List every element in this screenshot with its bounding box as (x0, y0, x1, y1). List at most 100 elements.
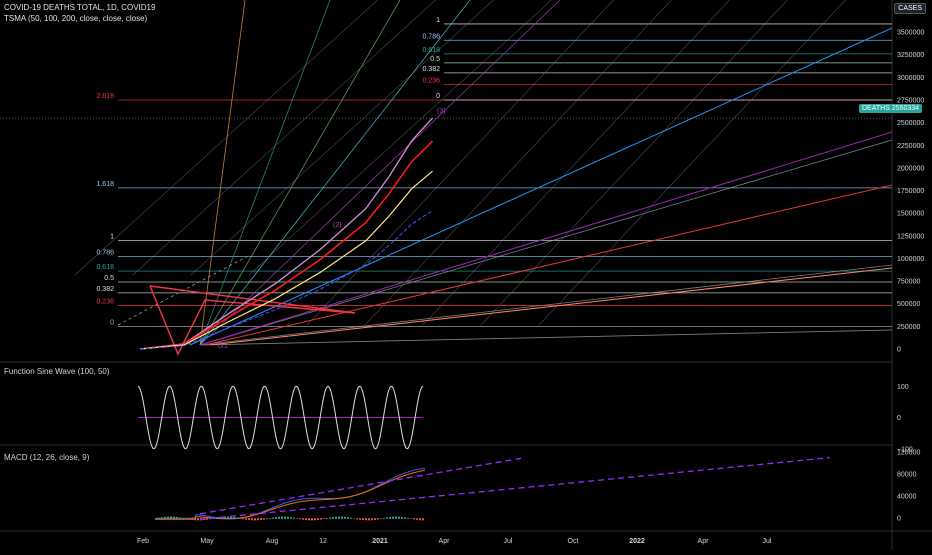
macd-histogram-bar (275, 517, 277, 519)
channel-line (132, 0, 436, 276)
macd-histogram-bar (170, 516, 172, 519)
macd-histogram-bar (161, 517, 163, 519)
macd-histogram-bar (272, 517, 274, 519)
macd-histogram-bar (410, 518, 412, 519)
macd-histogram-bar (227, 516, 229, 519)
macd-signal-line (155, 469, 426, 520)
fib-level-label: 2.618 (96, 93, 114, 100)
macd-histogram-bar (158, 517, 160, 519)
macd-histogram-bar (194, 518, 196, 521)
chart-title: COVID-19 DEATHS TOTAL, 1D, COVID19 (4, 3, 156, 12)
macd-histogram-bar (263, 518, 265, 520)
macd-histogram-bar (332, 517, 334, 519)
macd-histogram-bar (155, 518, 157, 519)
macd-histogram-bar (395, 516, 397, 519)
chart[interactable]: 3500000 3250000 3000000 2750000 2500000 22500… (0, 0, 932, 550)
macd-histogram-bar (362, 518, 364, 521)
macd-histogram-bar (401, 516, 403, 519)
channel-line (306, 0, 614, 326)
macd-trendline (199, 456, 526, 515)
y-tick-label: 1750000 (897, 188, 924, 195)
x-tick-label: Jul (504, 538, 513, 545)
macd-histogram-bar (338, 516, 340, 519)
y-tick-label: 3000000 (897, 75, 924, 82)
macd-histogram-bar (290, 517, 292, 519)
fib-level-label: 0 (110, 319, 114, 326)
fib-level-label: 1 (110, 233, 114, 240)
x-tick-label: Jul (763, 538, 772, 545)
macd-histogram-bar (182, 517, 184, 519)
macd-histogram-bar (350, 517, 352, 519)
x-tick-label: Apr (439, 538, 451, 545)
macd-histogram-bar (317, 518, 319, 520)
macd-histogram-bar (413, 518, 415, 520)
fan-line (199, 264, 893, 346)
fib-level-label: 0.5 (104, 275, 114, 282)
deaths-series-line (139, 117, 433, 350)
macd-histogram-bar (242, 518, 244, 520)
y-tick-label: 1000000 (897, 256, 924, 263)
tsma-indicator-label: TSMA (50, 100, 200, close, close, close) (4, 14, 148, 23)
macd-histogram-bar (197, 518, 199, 521)
fib-level-label: 0.236 (96, 299, 114, 306)
macd-histogram-bar (383, 517, 385, 519)
macd-histogram-bar (389, 516, 391, 519)
macd-histogram-bar (344, 516, 346, 519)
wave-label: 0/1 (218, 343, 228, 350)
x-tick-label: 2022 (629, 538, 645, 545)
macd-histogram-bar (368, 518, 370, 521)
macd-histogram-bar (185, 518, 187, 520)
chart-canvas[interactable]: 3500000325000030000002750000250000022500… (0, 0, 932, 550)
last-value-badge: DEATHS 2550334 (859, 104, 923, 113)
x-tick-label: Apr (698, 538, 710, 545)
trend-ray (199, 131, 893, 346)
macd-histogram-bar (245, 518, 247, 520)
macd-histogram-bar (281, 516, 283, 519)
x-tick-label: Feb (137, 538, 149, 545)
macd-histogram-bar (305, 518, 307, 521)
macd-y-tick-label: 40000 (897, 494, 917, 501)
tsma-200-line (139, 210, 433, 350)
macd-histogram-bar (260, 518, 262, 521)
x-tick-label: Aug (266, 538, 279, 545)
macd-histogram-bar (191, 518, 193, 520)
fib-level-label: 1.618 (96, 181, 114, 188)
y-tick-label: 500000 (897, 301, 920, 308)
y-tick-label: 0 (897, 347, 901, 354)
y-tick-label: 2500000 (897, 120, 924, 127)
fib-level-label: 0.618 (96, 264, 114, 271)
macd-trendline (199, 456, 831, 520)
sine-pane-label: Function Sine Wave (100, 50) (4, 367, 110, 376)
macd-histogram-bar (239, 518, 241, 519)
macd-histogram-bar (173, 516, 175, 519)
sine-y-tick-label: 0 (897, 415, 901, 422)
trend-ray (209, 267, 893, 346)
macd-histogram-bar (341, 516, 343, 519)
macd-line (155, 467, 426, 520)
macd-histogram-bar (347, 517, 349, 519)
trend-ray (189, 27, 893, 346)
macd-histogram-bar (314, 518, 316, 521)
macd-histogram-bar (377, 518, 379, 520)
macd-histogram-bar (386, 517, 388, 519)
macd-histogram-bar (308, 518, 310, 521)
dashed-projection (117, 254, 251, 326)
macd-histogram-bar (266, 518, 268, 520)
macd-histogram-bar (287, 516, 289, 519)
macd-histogram-bar (419, 518, 421, 521)
macd-histogram-bar (293, 517, 295, 519)
macd-histogram-bar (374, 518, 376, 520)
x-tick-label: 12 (319, 538, 327, 545)
macd-histogram-bar (407, 517, 409, 519)
macd-histogram-bar (302, 518, 304, 520)
macd-histogram-bar (206, 518, 208, 520)
macd-histogram-bar (329, 517, 331, 519)
y-tick-label: 250000 (897, 324, 920, 331)
macd-histogram-bar (398, 516, 400, 519)
macd-histogram-bar (404, 517, 406, 519)
macd-histogram-bar (251, 518, 253, 521)
last-value-name: DEATHS (862, 105, 890, 112)
macd-histogram-bar (356, 518, 358, 520)
fib-level-label: 0.236 (422, 78, 440, 85)
macd-pane-label: MACD (12, 26, close, 9) (4, 453, 90, 462)
